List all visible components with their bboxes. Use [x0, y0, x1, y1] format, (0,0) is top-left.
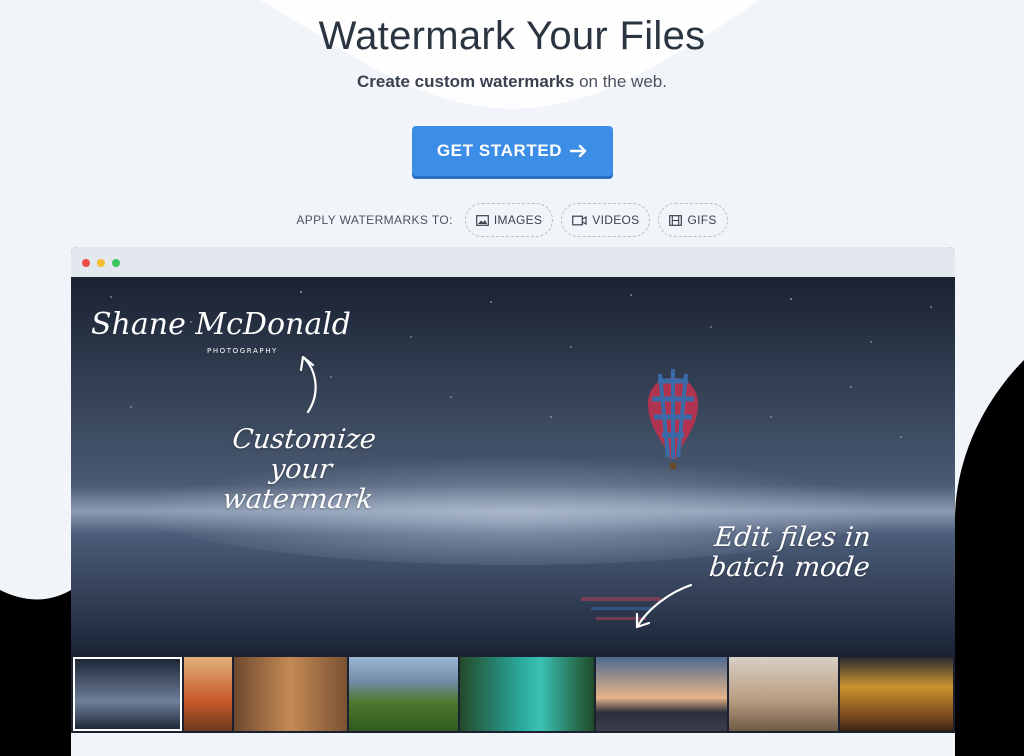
- thumbnail-theater[interactable]: [840, 657, 953, 731]
- preview-browser-window: Shane McDonald PHOTOGRAPHY Customize you…: [71, 247, 955, 733]
- film-icon: [669, 214, 683, 226]
- arrow-right-icon: [570, 144, 587, 158]
- videos-option[interactable]: VIDEOS: [561, 203, 651, 237]
- thumbnail-lake[interactable]: [460, 657, 594, 731]
- maximize-dot: [112, 259, 120, 267]
- page-title: Watermark Your Files: [318, 14, 706, 58]
- images-option[interactable]: IMAGES: [464, 203, 554, 237]
- watermark-logo-sub: PHOTOGRAPHY: [207, 347, 278, 355]
- minimize-dot: [97, 259, 105, 267]
- thumbnail-strip: [71, 655, 955, 733]
- videos-option-label: VIDEOS: [592, 213, 640, 227]
- get-started-button[interactable]: GET STARTED: [412, 126, 613, 176]
- thumbnail-mountain[interactable]: [349, 657, 458, 731]
- subtitle-emphasis: Create custom watermarks: [357, 72, 575, 91]
- thumbnail-coffee[interactable]: [729, 657, 838, 731]
- get-started-label: GET STARTED: [436, 141, 563, 160]
- images-option-label: IMAGES: [493, 213, 543, 227]
- customize-caption-line1: Customize your: [230, 424, 378, 485]
- browser-title-bar: [71, 247, 955, 277]
- page-subtitle: Create custom watermarks on the web.: [0, 72, 1024, 92]
- thumbnail-beach[interactable]: [596, 657, 727, 731]
- customize-caption-line2: watermark: [221, 484, 375, 515]
- batch-caption: Edit files in batch mode: [698, 522, 884, 583]
- batch-caption-line2: batch mode: [707, 552, 872, 583]
- image-icon: [475, 214, 489, 226]
- subtitle-rest: on the web.: [574, 72, 667, 91]
- close-dot: [82, 259, 90, 267]
- video-icon: [572, 215, 587, 225]
- batch-caption-line1: Edit files in: [712, 522, 873, 553]
- thumbnail-forest-girl[interactable]: [234, 657, 347, 731]
- thumbnail-balloons[interactable]: [184, 657, 232, 731]
- customize-caption: Customize your watermark: [196, 424, 405, 515]
- watermark-logo: Shane McDonald: [91, 307, 352, 342]
- gifs-option-label: GIFS: [687, 213, 717, 227]
- thumbnail-balloon-night[interactable]: [73, 657, 182, 731]
- gifs-option[interactable]: GIFS: [658, 203, 728, 237]
- apply-watermarks-row: APPLY WATERMARKS TO: IMAGES VIDEOS GIFS: [0, 203, 1024, 237]
- apply-watermarks-label: APPLY WATERMARKS TO:: [296, 213, 453, 227]
